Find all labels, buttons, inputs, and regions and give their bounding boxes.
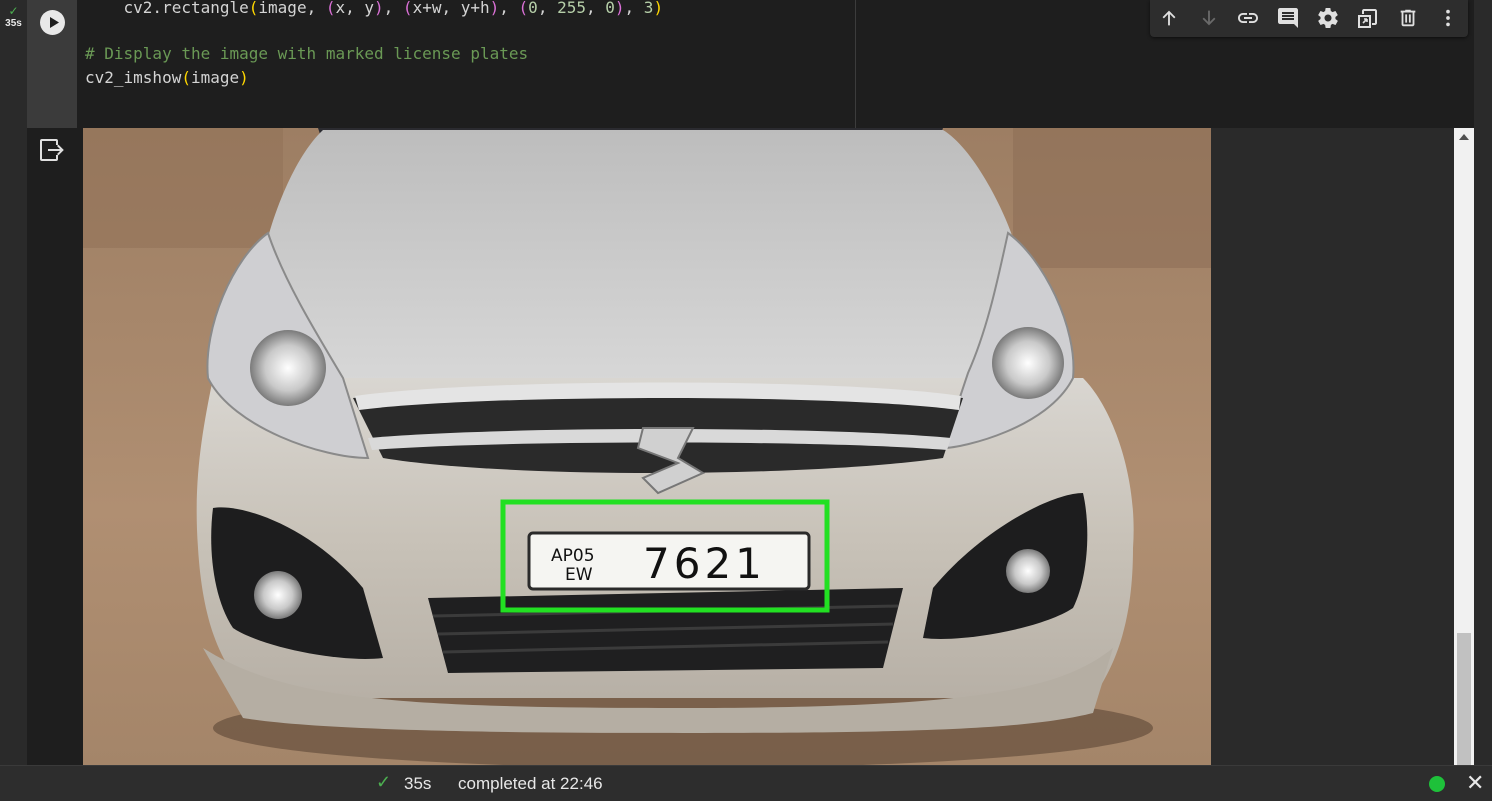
status-bar: ✓ 35s completed at 22:46 ✕: [0, 765, 1492, 801]
code-line-3: cv2_imshow(image): [85, 68, 249, 87]
trash-icon: [1400, 9, 1416, 27]
move-cell-up-button[interactable]: [1156, 5, 1182, 31]
status-completed-text[interactable]: completed at 22:46: [458, 774, 603, 794]
execution-status: ✓ 35s: [0, 4, 27, 30]
cell-settings-button[interactable]: [1315, 5, 1341, 31]
right-edge: [1474, 0, 1492, 765]
output-right-margin: [1211, 128, 1454, 765]
status-duration: 35s: [404, 774, 432, 793]
scroll-thumb[interactable]: [1457, 633, 1471, 765]
mirror-cell-button[interactable]: [1355, 5, 1381, 31]
mirror-cell-icon: [1358, 9, 1377, 28]
cell-toolbar: [1150, 0, 1468, 37]
arrow-up-icon: [1162, 10, 1176, 26]
link-cell-button[interactable]: [1235, 5, 1261, 31]
clear-output-icon: [40, 139, 64, 161]
arrow-down-icon: [1202, 10, 1216, 26]
gear-icon: [1318, 8, 1338, 28]
output-gutter: [27, 128, 83, 765]
link-icon: [1238, 13, 1258, 23]
play-icon: [50, 17, 59, 28]
output-scrollbar[interactable]: [1454, 128, 1474, 765]
exec-time: 35s: [5, 18, 22, 29]
output-image: AP05 EW 7621: [83, 128, 1211, 765]
plate-text-top: AP05: [551, 546, 595, 566]
code-line-2: # Display the image with marked license …: [85, 44, 529, 63]
plate-text-bottom: EW: [565, 565, 593, 585]
status-check-icon: ✓: [376, 772, 392, 792]
more-actions-button[interactable]: [1435, 5, 1461, 31]
plate-number: 7621: [643, 539, 766, 588]
comment-button[interactable]: [1275, 5, 1301, 31]
more-vert-icon: [1446, 9, 1450, 27]
code-line-1: cv2.rectangle(image, (x, y), (x+w, y+h),…: [85, 0, 664, 17]
cell-gutter: [0, 0, 27, 765]
delete-cell-button[interactable]: [1395, 5, 1421, 31]
car-photo: AP05 EW 7621: [83, 128, 1211, 765]
comment-icon: [1278, 8, 1298, 28]
run-cell-button[interactable]: [40, 10, 65, 35]
exec-check-icon: ✓: [8, 4, 19, 18]
close-status-button[interactable]: ✕: [1466, 771, 1484, 795]
code-editor[interactable]: cv2.rectangle(image, (x, y), (x+w, y+h),…: [77, 0, 855, 128]
move-cell-down-button[interactable]: [1196, 5, 1222, 31]
connection-status-dot[interactable]: [1429, 776, 1445, 792]
scroll-up-arrow-icon[interactable]: [1459, 134, 1469, 140]
clear-output-button[interactable]: [38, 136, 66, 164]
